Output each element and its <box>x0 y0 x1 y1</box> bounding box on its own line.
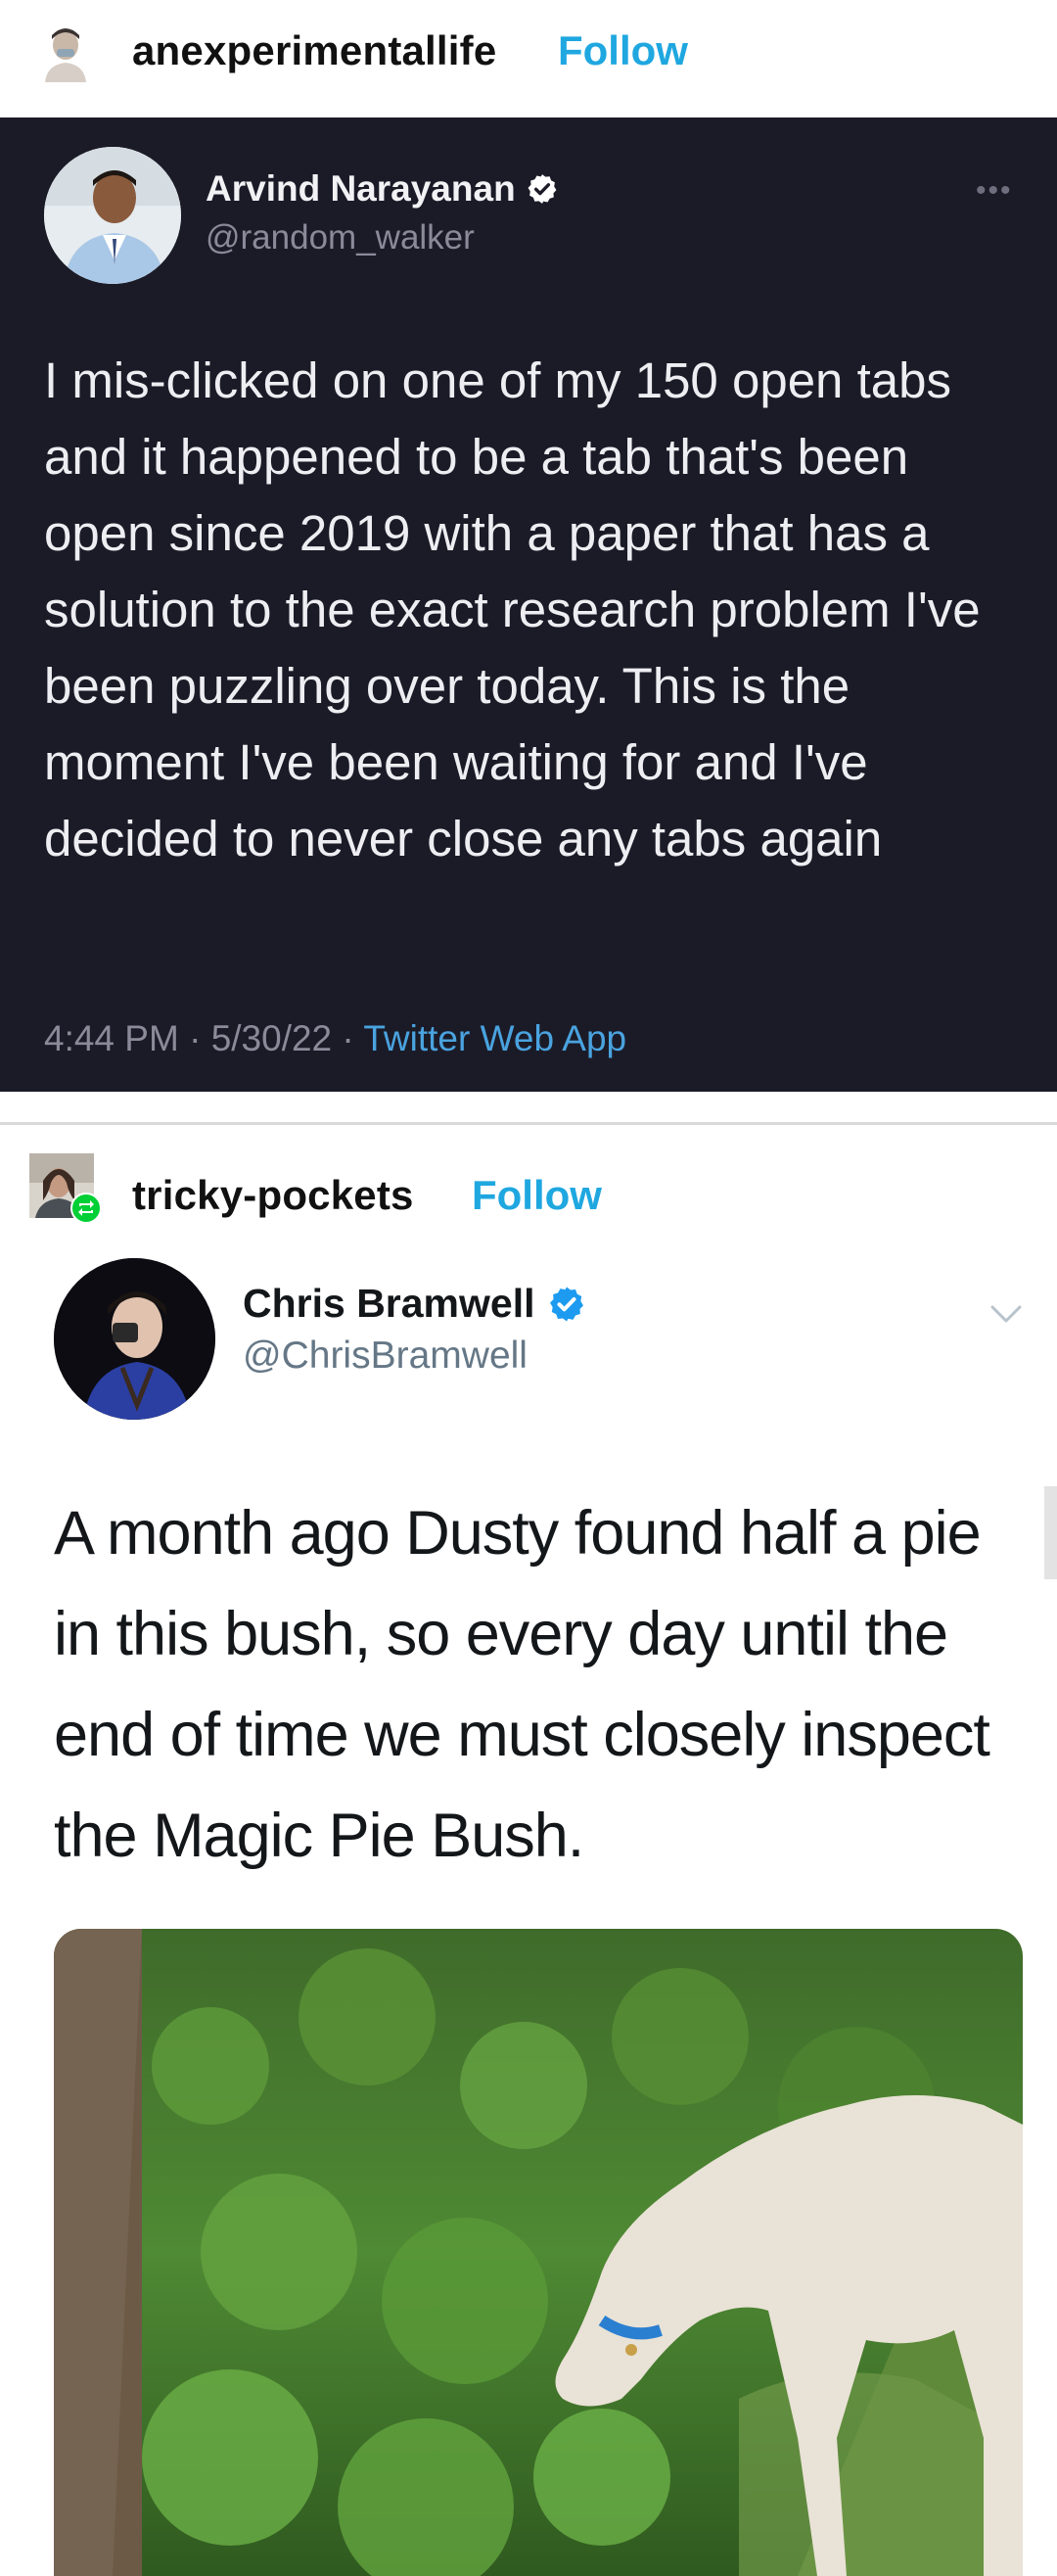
scrollbar-thumb[interactable] <box>1044 1486 1057 1579</box>
tweet-author-avatar[interactable] <box>44 147 181 284</box>
tweet-card: Chris Bramwell @ChrisBramwell A month ag… <box>0 1243 1057 2576</box>
meta-separator: · <box>189 1018 202 1058</box>
post-header: tricky-pockets Follow <box>0 1136 1057 1253</box>
more-options-icon[interactable]: ••• <box>976 174 1013 208</box>
author-photo <box>44 147 181 284</box>
chevron-down-icon[interactable] <box>987 1294 1026 1334</box>
author-photo <box>54 1258 215 1420</box>
follow-button[interactable]: Follow <box>472 1172 602 1219</box>
dog-in-bush-image <box>54 1929 1023 2576</box>
tweet-author-handle[interactable]: @random_walker <box>206 218 475 258</box>
tweet-text: I mis-clicked on one of my 150 open tabs… <box>44 352 981 866</box>
blog-name[interactable]: tricky-pockets <box>132 1172 414 1219</box>
verified-badge-icon <box>528 174 557 204</box>
tweet-source-link[interactable]: Twitter Web App <box>363 1018 626 1058</box>
tweet-author-avatar[interactable] <box>54 1258 215 1420</box>
meta-separator: · <box>342 1018 354 1058</box>
blog-avatar[interactable] <box>29 1153 102 1224</box>
blog-avatar[interactable] <box>35 22 96 82</box>
tweet-time[interactable]: 4:44 PM <box>44 1018 179 1058</box>
post-header: anexperimentallife Follow <box>0 0 1057 117</box>
blog-avatar-image <box>35 22 96 82</box>
author-name-text: Arvind Narayanan <box>206 168 516 209</box>
reblog-icon <box>70 1193 102 1224</box>
tweet-author-name[interactable]: Chris Bramwell <box>243 1281 586 1327</box>
tweet-author-handle[interactable]: @ChrisBramwell <box>243 1335 528 1378</box>
tweet-photo[interactable] <box>54 1929 1023 2576</box>
tweet-meta: 4:44 PM · 5/30/22 · Twitter Web App <box>44 1018 626 1059</box>
blog-name[interactable]: anexperimentallife <box>132 27 496 74</box>
author-name-text: Chris Bramwell <box>243 1281 535 1326</box>
follow-button[interactable]: Follow <box>558 27 688 74</box>
tweet-date[interactable]: 5/30/22 <box>211 1018 332 1058</box>
tweet-author-name[interactable]: Arvind Narayanan <box>206 168 559 210</box>
post-divider <box>0 1122 1057 1125</box>
tweet-text: A month ago Dusty found half a pie in th… <box>54 1499 990 1870</box>
tweet-card: Arvind Narayanan @random_walker ••• I mi… <box>0 117 1057 1092</box>
verified-badge-icon <box>549 1287 583 1321</box>
